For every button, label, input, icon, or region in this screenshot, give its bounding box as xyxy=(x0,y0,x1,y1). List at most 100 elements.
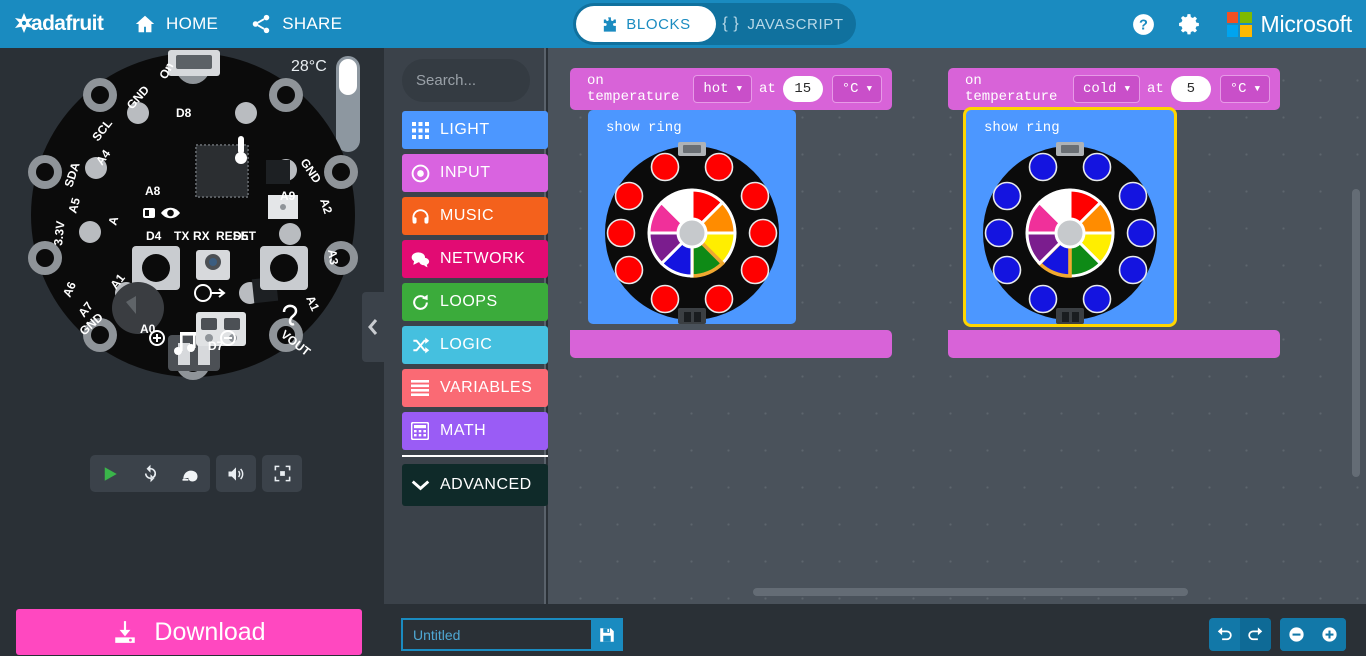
sidebar-item-logic[interactable]: LOGIC xyxy=(402,326,548,364)
ring-picker-hot[interactable] xyxy=(601,142,783,324)
plus-circle-icon xyxy=(1322,627,1337,642)
gear-icon xyxy=(1179,13,1199,34)
block-on-temperature-cold[interactable]: on temperature cold ▼ at 5 °C ▼ show rin… xyxy=(948,68,1280,358)
block-hat-cold[interactable]: on temperature cold ▼ at 5 °C ▼ xyxy=(948,68,1280,110)
workspace-horizontal-scrollbar[interactable] xyxy=(753,588,1188,596)
block-show-ring-cold[interactable]: show ring xyxy=(966,110,1174,324)
chevron-left-icon xyxy=(368,319,378,335)
zoom-out-button[interactable] xyxy=(1280,618,1313,651)
block-cold-threshold-input[interactable]: 5 xyxy=(1170,76,1211,102)
sidebar-item-math[interactable]: MATH xyxy=(402,412,548,450)
toolbox-search[interactable] xyxy=(402,59,615,102)
help-icon: ? xyxy=(1133,13,1154,35)
microsoft-logo-icon xyxy=(1226,11,1252,37)
sidebar-item-advanced[interactable]: ADVANCED xyxy=(402,464,548,506)
block-hot-threshold-input[interactable]: 15 xyxy=(782,76,823,102)
svg-text:A0: A0 xyxy=(140,322,156,336)
block-hot-body: show ring xyxy=(570,110,892,358)
sidebar-item-network[interactable]: NETWORK xyxy=(402,240,548,278)
block-hot-unit-dropdown[interactable]: °C ▼ xyxy=(831,75,882,103)
sidebar-item-advanced-label: ADVANCED xyxy=(440,476,532,493)
chevron-down-icon: ▼ xyxy=(736,84,742,94)
help-button[interactable]: ? xyxy=(1121,0,1167,48)
block-hat-hot[interactable]: on temperature hot ▼ at 15 °C ▼ xyxy=(570,68,892,110)
sidebar-item-network-label: NETWORK xyxy=(440,250,526,267)
download-icon xyxy=(115,621,136,643)
nav-share[interactable]: SHARE xyxy=(234,0,358,48)
svg-text:3.3V: 3.3V xyxy=(51,220,68,246)
sim-slow-motion-button[interactable] xyxy=(170,455,210,492)
redo-icon xyxy=(1248,627,1263,641)
sim-run-button[interactable] xyxy=(90,455,130,492)
block-on-temperature-hot[interactable]: on temperature hot ▼ at 15 °C ▼ show rin… xyxy=(570,68,892,358)
ring-picker-cold[interactable] xyxy=(979,142,1161,324)
calculator-icon xyxy=(402,422,438,440)
target-icon xyxy=(402,164,438,183)
project-name-input[interactable] xyxy=(401,618,591,651)
adafruit-logo[interactable]: adafruit xyxy=(12,12,118,36)
svg-text:A3: A3 xyxy=(325,248,341,265)
download-label: Download xyxy=(154,617,266,646)
download-button[interactable]: Download xyxy=(16,609,362,655)
svg-text:TX: TX xyxy=(174,229,189,243)
toolbox-divider xyxy=(402,455,548,457)
minus-circle-icon xyxy=(1289,627,1304,642)
puzzle-icon xyxy=(604,16,617,32)
block-cold-condition-value: cold xyxy=(1082,81,1117,97)
nav-home[interactable]: HOME xyxy=(118,0,234,48)
redo-button[interactable] xyxy=(1240,618,1271,651)
sidebar-item-loops-label: LOOPS xyxy=(440,293,498,310)
tab-javascript-label: JAVASCRIPT xyxy=(747,15,844,33)
block-notch xyxy=(980,330,1006,336)
nav-share-label: SHARE xyxy=(282,14,343,33)
editor-mode-toggle: BLOCKS { } JAVASCRIPT xyxy=(573,3,856,45)
block-notch xyxy=(602,110,628,117)
block-cold-condition-dropdown[interactable]: cold ▼ xyxy=(1072,75,1140,103)
settings-button[interactable] xyxy=(1167,0,1213,48)
sim-fullscreen-button[interactable] xyxy=(262,455,302,492)
snail-icon xyxy=(182,470,198,481)
header-actions: ? Microsoft xyxy=(1121,0,1353,48)
undo-button[interactable] xyxy=(1209,618,1240,651)
workspace-controls xyxy=(1209,618,1346,651)
block-notch xyxy=(602,330,628,336)
simulator-controls xyxy=(90,455,302,492)
share-icon xyxy=(252,14,270,34)
tab-javascript[interactable]: { } JAVASCRIPT xyxy=(716,6,850,42)
circuit-playground-board[interactable]: On GND D8 SCL A4 SDA A5 3.3V A A1 A8 D4 … xyxy=(28,50,358,380)
color-wheel-cold xyxy=(1025,188,1115,278)
board-svg: On GND D8 SCL A4 SDA A5 3.3V A A1 A8 D4 … xyxy=(28,50,358,380)
block-hot-condition-dropdown[interactable]: hot ▼ xyxy=(693,75,752,103)
zoom-in-button[interactable] xyxy=(1313,618,1346,651)
sidebar-item-variables[interactable]: VARIABLES xyxy=(402,369,548,407)
block-cold-unit-dropdown[interactable]: °C ▼ xyxy=(1219,75,1270,103)
blocks-workspace[interactable]: on temperature hot ▼ at 15 °C ▼ show rin… xyxy=(548,48,1366,604)
sim-mute-button[interactable] xyxy=(216,455,256,492)
toolbox-collapse-button[interactable] xyxy=(362,292,384,362)
tab-blocks-label: BLOCKS xyxy=(626,15,691,33)
zoom-group xyxy=(1280,618,1346,651)
save-button[interactable] xyxy=(591,618,623,651)
block-hot-at-label: at xyxy=(758,81,776,97)
block-cold-prefix: on temperature xyxy=(965,73,1058,105)
block-cold-unit-value: °C xyxy=(1229,81,1247,97)
sidebar-item-light[interactable]: LIGHT xyxy=(402,111,548,149)
microsoft-brand[interactable]: Microsoft xyxy=(1226,10,1353,38)
svg-text:D4: D4 xyxy=(146,229,162,243)
project-name-group xyxy=(401,618,623,651)
sidebar-item-music[interactable]: MUSIC xyxy=(402,197,548,235)
sidebar-item-loops[interactable]: LOOPS xyxy=(402,283,548,321)
tab-blocks[interactable]: BLOCKS xyxy=(576,6,716,42)
svg-text:A8: A8 xyxy=(145,184,161,198)
block-show-ring-hot[interactable]: show ring xyxy=(588,110,796,324)
workspace-vertical-scrollbar[interactable] xyxy=(1352,189,1360,477)
sidebar-item-input[interactable]: INPUT xyxy=(402,154,548,192)
microsoft-label: Microsoft xyxy=(1260,10,1353,37)
sidebar-item-light-label: LIGHT xyxy=(440,121,490,138)
toolbox-category-list: LIGHT INPUT MUSIC NETWORK LOOPS LOGIC VA… xyxy=(402,111,548,511)
svg-text:RESET: RESET xyxy=(216,229,257,243)
sim-restart-button[interactable] xyxy=(130,455,170,492)
grid-icon xyxy=(402,121,438,139)
block-cold-body: show ring xyxy=(948,110,1280,358)
sidebar-item-variables-label: VARIABLES xyxy=(440,379,533,396)
